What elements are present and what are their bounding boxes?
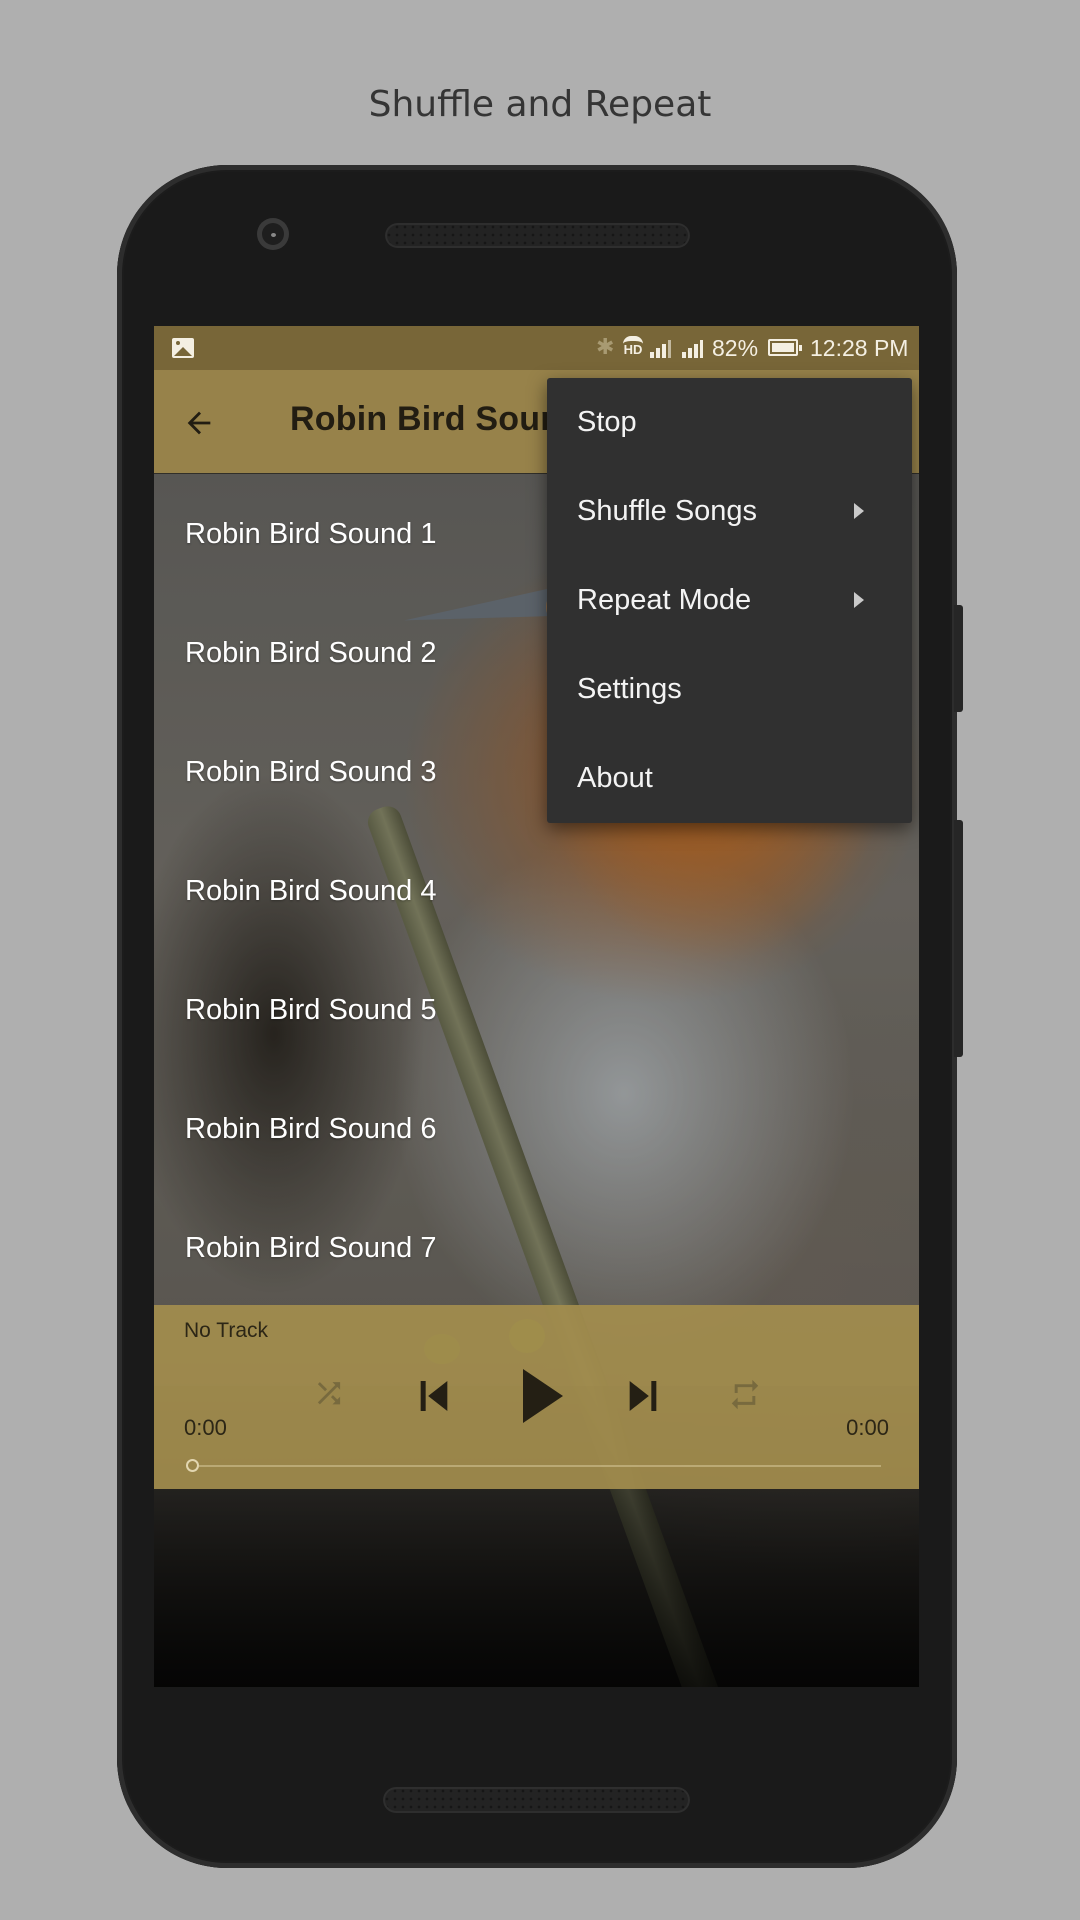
- menu-item-about[interactable]: About: [547, 734, 912, 823]
- menu-item-label: Repeat Mode: [577, 584, 752, 616]
- track-list-item[interactable]: Robin Bird Sound 6: [154, 1071, 919, 1190]
- gallery-notification-icon: [172, 338, 194, 358]
- battery-icon: [768, 339, 802, 356]
- elapsed-time: 0:00: [184, 1415, 227, 1440]
- track-list-item[interactable]: Robin Bird Sound 7: [154, 1190, 919, 1309]
- next-button[interactable]: [623, 1371, 663, 1421]
- now-playing-title: No Track: [184, 1319, 269, 1342]
- submenu-arrow-icon: [854, 592, 864, 608]
- previous-button[interactable]: [414, 1371, 454, 1421]
- power-button: [954, 605, 963, 712]
- battery-percent: 82%: [712, 335, 759, 361]
- track-title: Robin Bird Sound 4: [185, 875, 437, 907]
- menu-item-label: Stop: [577, 406, 637, 438]
- menu-item-settings[interactable]: Settings: [547, 645, 912, 734]
- player-panel: No Track 0:00 0:00: [154, 1305, 919, 1489]
- clock: 12:28 PM: [810, 335, 909, 361]
- track-title: Robin Bird Sound 5: [185, 994, 437, 1026]
- seek-bar[interactable]: [199, 1465, 881, 1467]
- menu-item-stop[interactable]: Stop: [547, 378, 912, 467]
- phone-screen: ✱ HD 82% 12:28 PM Robin Bird Sounds Robi…: [154, 326, 919, 1687]
- track-title: Robin Bird Sound 2: [185, 637, 437, 669]
- track-title: Robin Bird Sound 3: [185, 756, 437, 788]
- track-title: Robin Bird Sound 6: [185, 1113, 437, 1145]
- bottom-speaker: [383, 1787, 690, 1813]
- arrow-left-icon: [187, 411, 211, 435]
- play-button[interactable]: [518, 1365, 566, 1427]
- signal-icon: [650, 338, 674, 358]
- earpiece-speaker: [385, 223, 690, 248]
- play-icon: [523, 1369, 563, 1423]
- track-list-item[interactable]: Robin Bird Sound 5: [154, 952, 919, 1071]
- menu-item-label: About: [577, 762, 653, 794]
- repeat-icon: [731, 1379, 759, 1410]
- status-bar: ✱ HD 82% 12:28 PM: [154, 326, 919, 370]
- signal-icon: [682, 338, 706, 358]
- bluetooth-icon: ✱: [596, 334, 615, 359]
- front-camera: [257, 218, 289, 250]
- skip-previous-icon: [420, 1381, 448, 1411]
- hd-voice-icon: HD: [623, 336, 643, 356]
- menu-item-shuffle-songs[interactable]: Shuffle Songs: [547, 467, 912, 556]
- menu-item-repeat-mode[interactable]: Repeat Mode: [547, 556, 912, 645]
- skip-next-icon: [629, 1381, 657, 1411]
- back-button[interactable]: [182, 406, 230, 440]
- repeat-button[interactable]: [727, 1371, 763, 1421]
- shuffle-icon: [317, 1382, 341, 1405]
- volume-rocker: [954, 820, 963, 1057]
- total-time: 0:00: [846, 1415, 889, 1440]
- track-title: Robin Bird Sound 7: [185, 1232, 437, 1264]
- screenshot-caption: Shuffle and Repeat: [368, 84, 712, 125]
- shuffle-button[interactable]: [312, 1371, 346, 1421]
- seek-bar-thumb[interactable]: [186, 1459, 199, 1472]
- menu-item-label: Shuffle Songs: [577, 495, 758, 527]
- track-list-item[interactable]: Robin Bird Sound 4: [154, 833, 919, 952]
- submenu-arrow-icon: [854, 503, 864, 519]
- track-title: Robin Bird Sound 1: [185, 518, 437, 550]
- menu-item-label: Settings: [577, 673, 682, 705]
- overflow-menu: Stop Shuffle Songs Repeat Mode Settings …: [547, 378, 912, 823]
